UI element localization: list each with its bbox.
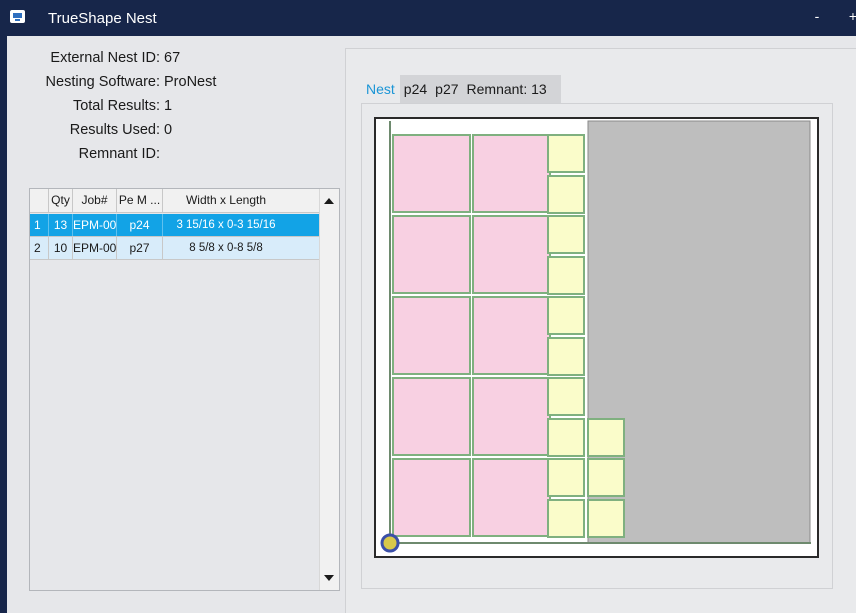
nest-part-p27	[392, 377, 471, 456]
nest-part-p27	[392, 134, 471, 213]
parts-grid[interactable]: Qty Job# Pe M ... Width x Length 1 13 EP…	[29, 188, 340, 591]
nest-info: External Nest ID: 67 Nesting Software: P…	[8, 46, 338, 166]
nest-part-p24	[587, 458, 625, 497]
part-cell: p24	[117, 214, 163, 236]
job-cell: EPM-00	[73, 237, 117, 259]
nest-part-p24	[547, 256, 585, 295]
nest-part-p24	[547, 458, 585, 497]
nest-part-p24	[547, 377, 585, 416]
preview-tabs: Nest p24 p27 Remnant: 13	[361, 75, 561, 103]
nest-part-p27	[472, 458, 551, 537]
window-title: TrueShape Nest	[48, 10, 157, 27]
tab-nest[interactable]: Nest	[361, 75, 400, 103]
external-nest-id-label: External Nest ID:	[50, 50, 160, 66]
nest-part-p24	[547, 134, 585, 173]
column-header-index[interactable]	[30, 189, 49, 212]
nest-part-p24	[547, 337, 585, 376]
part-cell: p27	[117, 237, 163, 259]
tab-remnant[interactable]: Remnant: 13	[462, 75, 561, 103]
qty-cell: 13	[49, 214, 73, 236]
origin-marker-icon	[380, 533, 400, 553]
total-results-value: 1	[164, 98, 173, 114]
app-icon	[10, 10, 25, 23]
remnant-id-row: Remnant ID:	[8, 142, 338, 166]
tab-p24[interactable]: p24	[399, 75, 432, 103]
nesting-software-value: ProNest	[164, 74, 217, 90]
minimize-button[interactable]: -	[808, 7, 826, 25]
column-header-qty[interactable]: Qty	[49, 189, 73, 212]
remnant-id-label: Remnant ID:	[78, 146, 160, 162]
size-cell: 8 5/8 x 0-8 5/8	[189, 242, 263, 254]
column-header-job[interactable]: Job#	[73, 189, 117, 212]
nesting-software-row: Nesting Software: ProNest	[8, 70, 338, 94]
nest-part-p24	[547, 175, 585, 214]
column-header-part[interactable]: Pe M ...	[117, 189, 163, 212]
nest-part-p24	[587, 499, 625, 538]
nest-part-p24	[547, 215, 585, 254]
size-cell: 3 15/16 x 0-3 15/16	[176, 219, 276, 231]
nest-part-p27	[472, 134, 551, 213]
column-header-size[interactable]: Width x Length	[163, 189, 289, 212]
nest-part-p24	[547, 418, 585, 457]
job-cell: EPM-00	[73, 214, 117, 236]
sheet-edge	[389, 542, 811, 544]
row-index-cell: 1	[30, 214, 49, 236]
tab-p27[interactable]: p27	[431, 75, 463, 103]
nesting-software-label: Nesting Software:	[45, 74, 160, 90]
table-row[interactable]: 1 13 EPM-00 p24 3 15/16 x 0-3 15/16	[30, 214, 319, 237]
nest-view[interactable]	[374, 117, 819, 558]
nest-part-p27	[392, 215, 471, 294]
nest-part-p24	[587, 418, 625, 457]
nest-part-p27	[392, 296, 471, 375]
total-results-label: Total Results:	[72, 98, 160, 114]
nest-part-p27	[392, 458, 471, 537]
nest-part-p27	[472, 215, 551, 294]
sheet-edge	[389, 121, 391, 544]
nest-part-p24	[547, 499, 585, 538]
table-row[interactable]: 2 10 EPM-00 p27 8 5/8 x 0-8 5/8	[30, 237, 319, 260]
nest-drawing	[380, 120, 812, 553]
scroll-up-icon[interactable]	[324, 198, 334, 204]
nest-part-p24	[547, 296, 585, 335]
external-nest-id-row: External Nest ID: 67	[8, 46, 338, 70]
window-border	[0, 36, 7, 613]
results-used-row: Results Used: 0	[8, 118, 338, 142]
title-bar: TrueShape Nest - +	[0, 0, 856, 36]
grid-scrollbar[interactable]	[319, 189, 339, 590]
qty-cell: 10	[49, 237, 73, 259]
grid-header: Qty Job# Pe M ... Width x Length	[30, 189, 319, 213]
maximize-button[interactable]: +	[844, 7, 856, 25]
results-used-value: 0	[164, 122, 173, 138]
nest-part-p27	[472, 296, 551, 375]
nest-part-p27	[472, 377, 551, 456]
total-results-row: Total Results: 1	[8, 94, 338, 118]
results-used-label: Results Used:	[69, 122, 160, 138]
scroll-down-icon[interactable]	[324, 575, 334, 581]
external-nest-id-value: 67	[164, 50, 181, 66]
row-index-cell: 2	[30, 237, 49, 259]
